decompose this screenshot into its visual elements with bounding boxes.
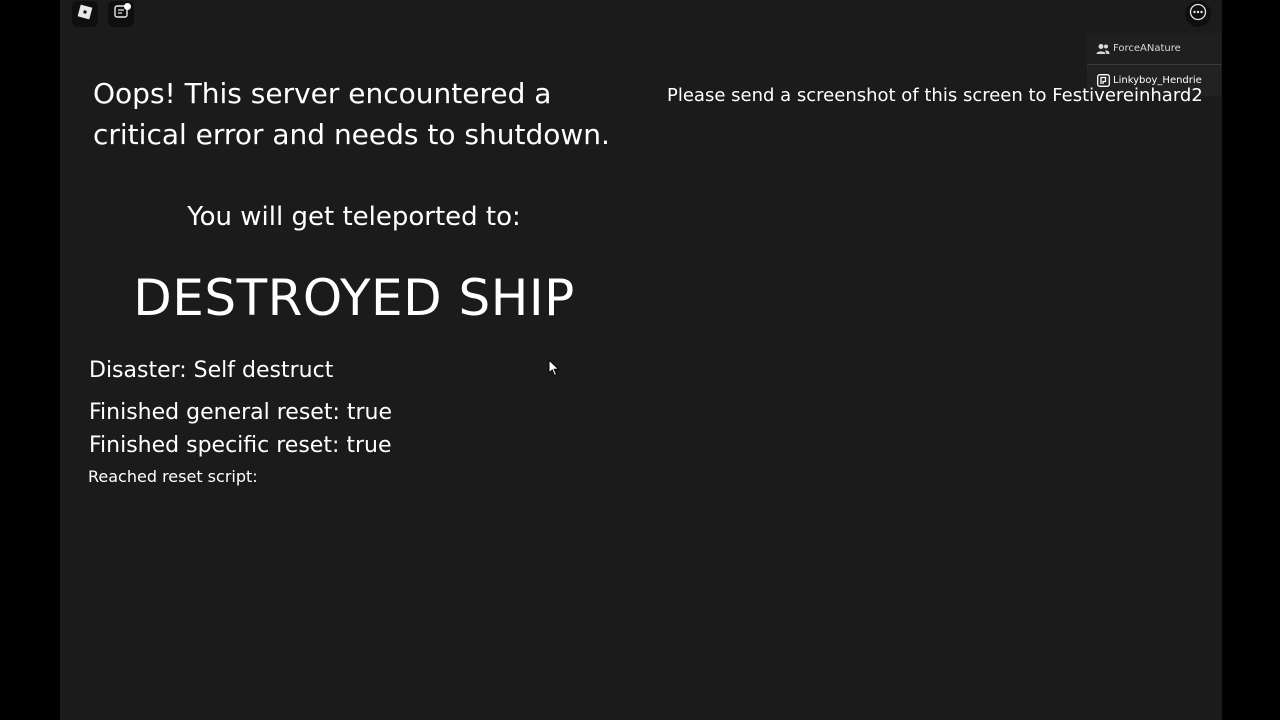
more-options-button[interactable] [1185,1,1211,27]
roblox-logo-icon [76,3,94,25]
more-options-icon [1189,3,1207,25]
teleport-label: You will get teleported to: [187,202,521,232]
friends-icon [1096,42,1110,56]
window: ForceANature Linkyboy_Hendrie Oops! This… [0,0,1280,720]
chat-notification-dot [124,3,131,10]
disaster-status: Disaster: Self destruct [89,358,334,383]
mouse-cursor-icon [548,358,560,381]
specific-reset-status: Finished specific reset: true [89,433,392,458]
screenshot-request-text: Please send a screenshot of this screen … [667,85,1203,106]
teleport-destination: DESTROYED SHIP [133,269,575,327]
general-reset-status: Finished general reset: true [89,400,393,425]
reset-script-status: Reached reset script: [88,467,258,486]
player-row[interactable]: ForceANature [1087,33,1221,64]
player-name: ForceANature [1113,43,1181,54]
error-title: Oops! This server encountered a critical… [93,77,610,151]
roblox-menu-button[interactable] [72,1,98,27]
